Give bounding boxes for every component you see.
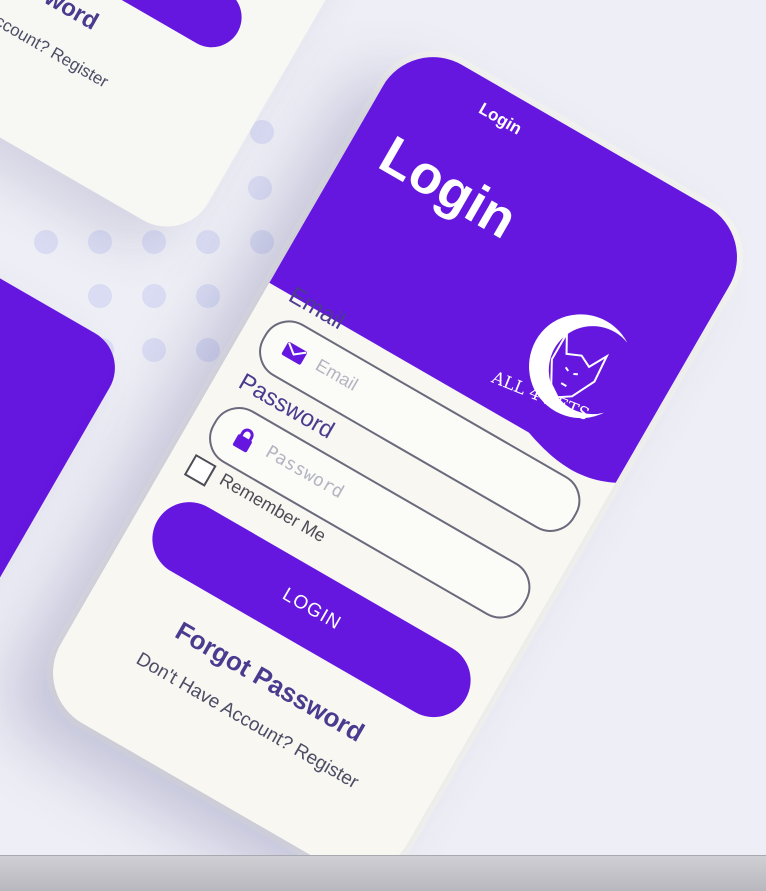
decor-dot: [248, 176, 272, 200]
decor-dot: [250, 230, 274, 254]
decor-dot: [142, 284, 166, 308]
decor-dot: [196, 230, 220, 254]
decor-dot: [142, 230, 166, 254]
password-placeholder: Password: [261, 441, 348, 504]
remember-me-checkbox[interactable]: [183, 453, 217, 487]
decor-dot: [196, 338, 220, 362]
bottom-bar: [0, 855, 766, 891]
envelope-icon: [281, 341, 307, 365]
mockup-scene: Password Have Account? Register Login Lo…: [0, 0, 766, 891]
decor-dot: [88, 230, 112, 254]
lock-icon: [232, 428, 254, 453]
decor-dot: [196, 284, 220, 308]
decor-dot: [88, 284, 112, 308]
decor-dot: [34, 230, 58, 254]
decor-dot: [142, 338, 166, 362]
email-placeholder: Email: [312, 354, 362, 395]
